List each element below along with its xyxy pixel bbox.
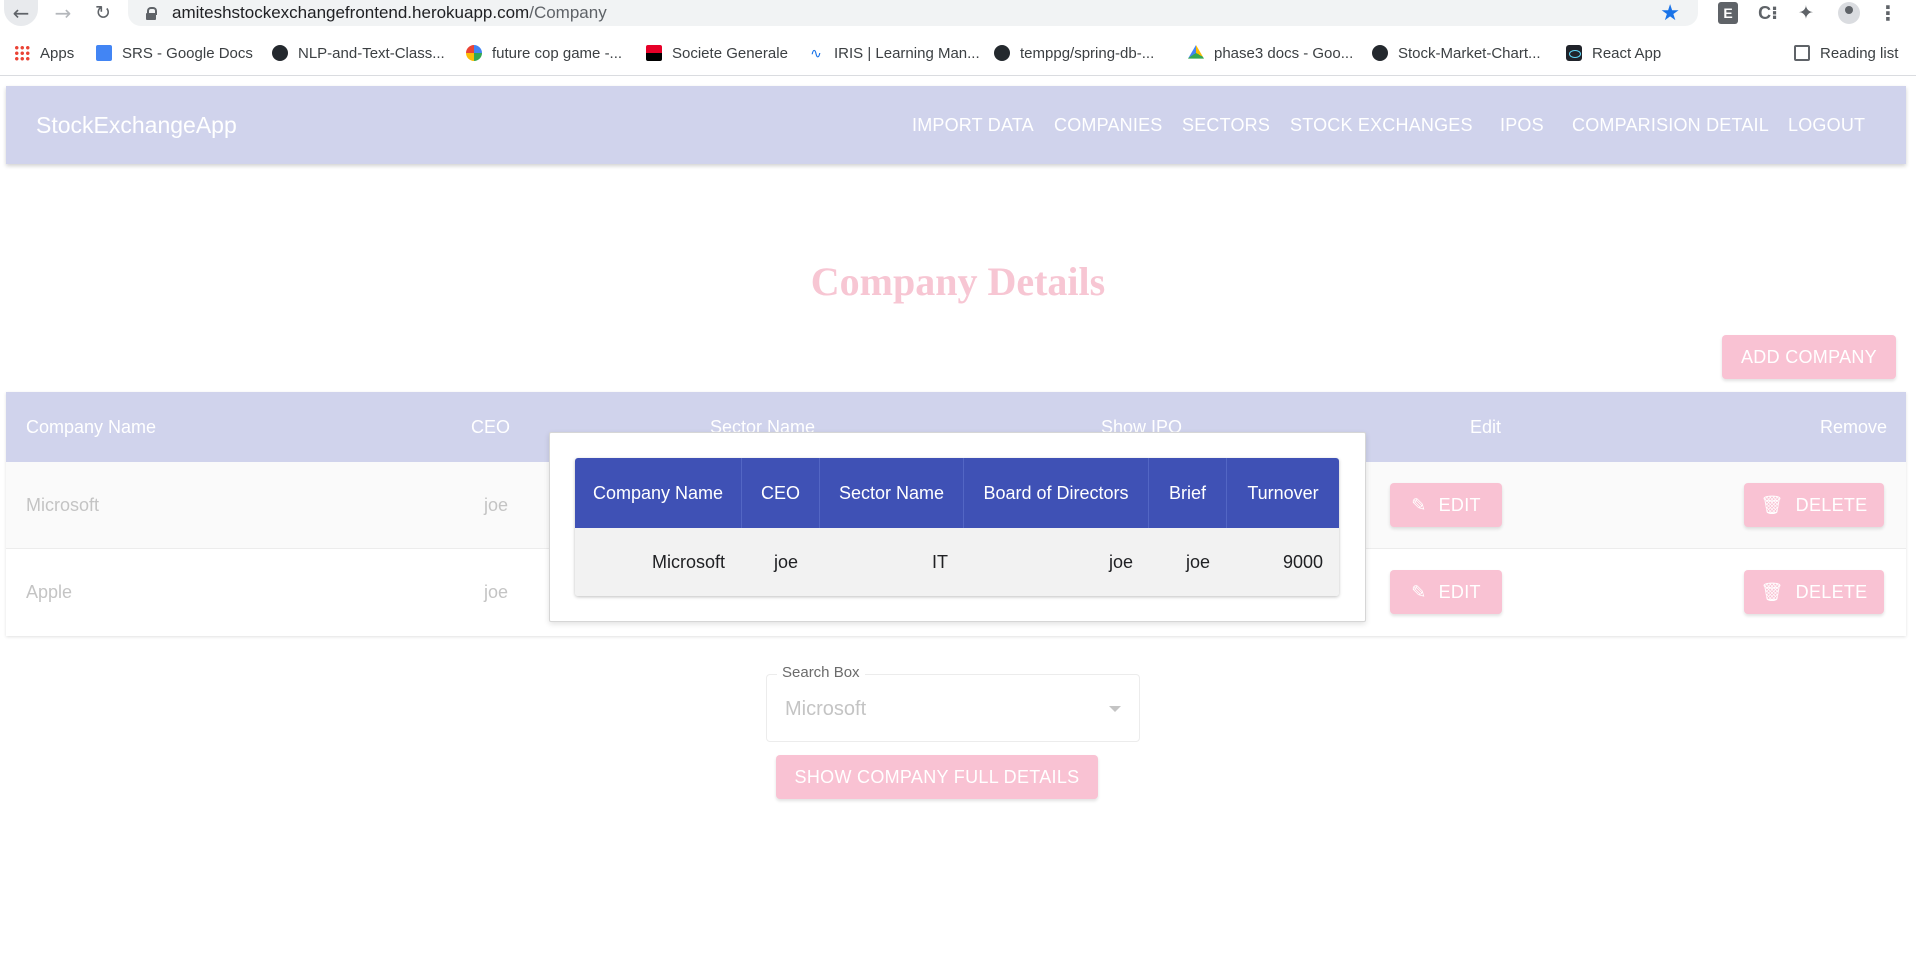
company-full-details-table: Company Name CEO Sector Name Board of Di… xyxy=(575,458,1339,596)
address-bar[interactable]: amiteshstockexchangefrontend.herokuapp.c… xyxy=(128,0,1698,26)
extension-c-icon[interactable]: C⁝ xyxy=(1756,2,1780,24)
show-company-full-details-button[interactable]: SHOW COMPANY FULL DETAILS xyxy=(776,755,1098,799)
details-header-ceo: CEO xyxy=(742,458,820,528)
nav-stock-exchanges[interactable]: STOCK EXCHANGES xyxy=(1290,86,1473,164)
extension-e-icon[interactable]: E xyxy=(1718,2,1738,24)
extensions-puzzle-icon[interactable]: ✦ xyxy=(1794,2,1818,24)
forward-arrow-icon[interactable]: → xyxy=(46,0,80,26)
bookmarks-bar: Apps SRS - Google Docs NLP-and-Text-Clas… xyxy=(0,38,1916,68)
details-header-brief: Brief xyxy=(1149,458,1227,528)
header-company-name: Company Name xyxy=(26,417,157,437)
google-drive-icon xyxy=(1188,45,1204,59)
search-box-value: Microsoft xyxy=(785,698,867,720)
bookmark-societe-generale[interactable]: Societe Generale xyxy=(646,38,788,68)
details-header-turnover: Turnover xyxy=(1247,483,1319,503)
trash-icon: 🗑 xyxy=(1760,494,1784,515)
lock-icon xyxy=(146,7,157,20)
bookmark-srs[interactable]: SRS - Google Docs xyxy=(96,38,253,68)
github-icon xyxy=(1372,45,1388,61)
details-header-company-name: Company Name xyxy=(575,458,742,528)
details-cell-company-name: Microsoft xyxy=(651,552,725,572)
bookmark-phase3[interactable]: phase3 docs - Goo... xyxy=(1188,38,1353,68)
header-edit: Edit xyxy=(1470,417,1502,437)
google-docs-icon xyxy=(96,45,112,61)
nav-comparision-detail[interactable]: COMPARISION DETAIL xyxy=(1572,86,1769,164)
reading-list[interactable]: Reading list xyxy=(1794,38,1898,68)
nav-import-data[interactable]: IMPORT DATA xyxy=(912,86,1034,164)
details-cell-brief: joe xyxy=(1185,552,1210,572)
company-details-popup: Company Name CEO Sector Name Board of Di… xyxy=(549,432,1366,622)
search-box-select[interactable]: Search Box Microsoft xyxy=(766,664,1140,742)
header-ceo: CEO xyxy=(471,417,511,437)
bookmark-star-icon[interactable]: ★ xyxy=(1660,0,1680,26)
cell-company-name: Apple xyxy=(26,582,73,602)
details-cell-board-of-directors: joe xyxy=(1108,552,1133,572)
nav-companies[interactable]: COMPANIES xyxy=(1054,86,1162,164)
delete-button[interactable]: 🗑 DELETE xyxy=(1744,570,1884,614)
edit-button[interactable]: ✎ EDIT xyxy=(1390,483,1502,527)
bookmark-react-app[interactable]: React App xyxy=(1566,38,1661,68)
details-cell-ceo: joe xyxy=(773,552,798,572)
add-company-button[interactable]: ADD COMPANY xyxy=(1722,335,1896,379)
nav-ipos[interactable]: IPOS xyxy=(1500,86,1544,164)
nav-sectors[interactable]: SECTORS xyxy=(1182,86,1270,164)
browser-toolbar: ← → ↻ amiteshstockexchangefrontend.herok… xyxy=(0,0,1916,26)
profile-avatar-icon[interactable] xyxy=(1836,2,1862,24)
app-bar: StockExchangeApp IMPORT DATA COMPANIES S… xyxy=(6,86,1906,164)
cell-ceo: joe xyxy=(484,495,509,515)
apps-icon xyxy=(14,45,30,61)
bookmark-stock-market-chart[interactable]: Stock-Market-Chart... xyxy=(1372,38,1541,68)
bookmark-nlp[interactable]: NLP-and-Text-Class... xyxy=(272,38,445,68)
url-text: amiteshstockexchangefrontend.herokuapp.c… xyxy=(172,3,607,22)
bookmark-future-cop[interactable]: future cop game -... xyxy=(466,38,622,68)
back-arrow-icon[interactable]: ← xyxy=(4,0,38,26)
iris-icon: ∿ xyxy=(810,45,822,61)
pencil-icon: ✎ xyxy=(1411,581,1427,602)
reload-icon[interactable]: ↻ xyxy=(86,0,120,26)
dropdown-caret-icon xyxy=(1109,706,1121,712)
header-remove: Remove xyxy=(1820,417,1888,437)
cell-company-name: Microsoft xyxy=(26,495,100,515)
societe-generale-icon xyxy=(646,45,662,61)
edit-button[interactable]: ✎ EDIT xyxy=(1390,570,1502,614)
google-icon xyxy=(466,45,482,61)
trash-icon: 🗑 xyxy=(1760,581,1784,602)
nav-logout[interactable]: LOGOUT xyxy=(1788,86,1865,164)
bookmark-temppg[interactable]: temppg/spring-db-... xyxy=(994,38,1154,68)
bookmark-apps[interactable]: Apps xyxy=(14,38,74,68)
brand-title[interactable]: StockExchangeApp xyxy=(36,86,237,164)
reading-list-icon xyxy=(1794,45,1810,61)
pencil-icon: ✎ xyxy=(1411,494,1427,515)
github-icon xyxy=(994,45,1010,61)
details-header-sector-name: Sector Name xyxy=(820,458,964,528)
page-title: Company Details xyxy=(810,259,1106,304)
cell-ceo: joe xyxy=(484,582,509,602)
details-cell-sector-name: IT xyxy=(932,552,948,572)
delete-button[interactable]: 🗑 DELETE xyxy=(1744,483,1884,527)
bookmark-iris[interactable]: ∿ IRIS | Learning Man... xyxy=(808,38,980,68)
details-cell-turnover: 9000 xyxy=(1282,552,1323,572)
details-table-header: Company Name CEO Sector Name Board of Di… xyxy=(575,458,1339,528)
github-icon xyxy=(272,45,288,61)
react-icon xyxy=(1566,45,1582,61)
chrome-divider xyxy=(0,75,1916,76)
details-header-board-of-directors: Board of Directors xyxy=(964,458,1149,528)
menu-kebab-icon[interactable]: ⋮ xyxy=(1878,2,1898,25)
details-row: Microsoft joe IT joe joe 9000 xyxy=(575,528,1339,596)
